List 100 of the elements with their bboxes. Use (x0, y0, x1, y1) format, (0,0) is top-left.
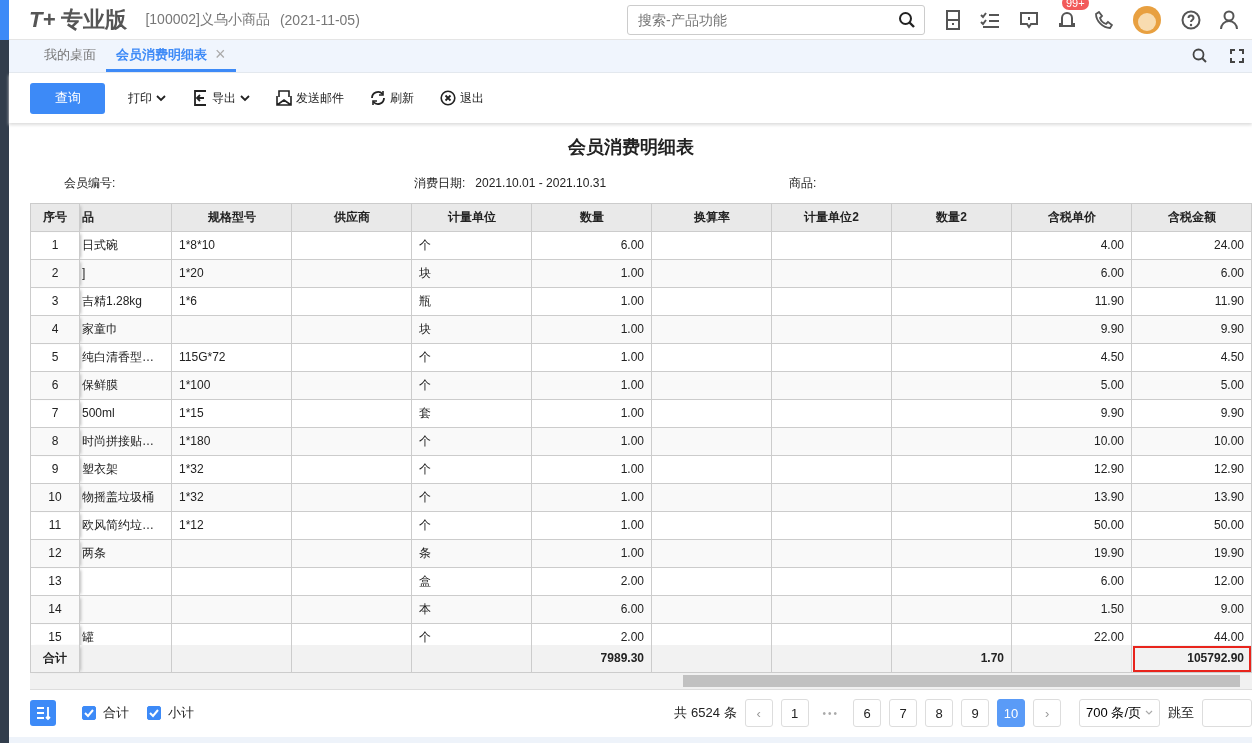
page-button[interactable]: 7 (889, 699, 918, 727)
page-size-dropdown[interactable]: 700 条/页 (1079, 699, 1160, 727)
table-cell: 2 (30, 260, 80, 288)
calculator-icon[interactable] (945, 9, 961, 30)
toolbar-button[interactable]: 导出 (185, 89, 257, 107)
table-cell: 8 (30, 428, 80, 456)
page-button[interactable]: 9 (961, 699, 990, 727)
table-cell: 9.90 (1132, 316, 1252, 344)
table-cell: 13.90 (1012, 484, 1132, 512)
toolbar-button[interactable]: 退出 (433, 89, 491, 107)
page-button[interactable]: 8 (925, 699, 954, 727)
table-cell: 个 (412, 484, 532, 512)
column-header: 计量单位2 (772, 204, 892, 232)
table-cell: 1.00 (532, 260, 652, 288)
table-cell: 1.50 (1012, 596, 1132, 624)
table-cell: 时尚拼接贴… (80, 428, 172, 456)
table-cell: 1.00 (532, 428, 652, 456)
horizontal-scrollbar[interactable] (30, 673, 1252, 690)
bell-icon[interactable] (1058, 9, 1076, 30)
table-cell: 1*180 (172, 428, 292, 456)
page-button[interactable]: 1 (780, 699, 809, 727)
table-cell: 1*100 (172, 372, 292, 400)
phone-icon[interactable] (1095, 10, 1113, 29)
table-cell: 5.00 (1012, 372, 1132, 400)
table-cell: 个 (412, 372, 532, 400)
product-logo: T+ 专业版 (29, 5, 128, 34)
total-cell: 7989.30 (532, 645, 652, 673)
table-cell: 9.90 (1012, 316, 1132, 344)
table-cell: 个 (412, 428, 532, 456)
mail-icon (276, 90, 292, 106)
table-cell: 12 (30, 540, 80, 568)
refresh-icon (370, 90, 386, 106)
table-cell: 13.90 (1132, 484, 1252, 512)
search-icon[interactable] (1192, 48, 1208, 64)
filter-label: 消费日期: 2021.10.01 - 2021.10.31 (414, 174, 608, 192)
user-icon[interactable] (1220, 9, 1238, 30)
table-cell: 6 (30, 372, 80, 400)
toolbar-button[interactable]: 发送邮件 (269, 89, 351, 107)
table-cell: 1*20 (172, 260, 292, 288)
checkbox-label: 小计 (168, 704, 194, 722)
column-header: 数量 (532, 204, 652, 232)
table-cell: 14 (30, 596, 80, 624)
ellipsis: ••• (821, 707, 841, 719)
filter-label: 会员编号: (64, 174, 117, 192)
columns-settings-icon[interactable] (30, 700, 56, 726)
table-cell: 块 (412, 316, 532, 344)
table-cell: 5.00 (1132, 372, 1252, 400)
table-cell: 1.00 (532, 372, 652, 400)
filter-label: 商品: (789, 174, 818, 192)
column-header: 品 (80, 204, 172, 232)
table-cell: 条 (412, 540, 532, 568)
jump-input[interactable] (1202, 699, 1252, 727)
fullscreen-icon[interactable] (1230, 49, 1244, 63)
total-cell: 1.70 (892, 645, 1012, 673)
account-date: (2021-11-05) (279, 11, 360, 28)
table-cell: 9.00 (1132, 596, 1252, 624)
table-cell: 家童巾 (80, 316, 172, 344)
table-cell: 19.90 (1132, 540, 1252, 568)
table-cell: 块 (412, 260, 532, 288)
search-field[interactable]: 搜索-产品功能 (627, 4, 925, 35)
column-header: 计量单位 (412, 204, 532, 232)
search-icon[interactable] (898, 10, 916, 29)
help-icon[interactable] (1181, 9, 1201, 30)
total-cell: 105792.90 (1132, 645, 1252, 673)
export-icon (192, 90, 208, 106)
caret-icon (1145, 710, 1153, 716)
table-cell: 10 (30, 484, 80, 512)
total-cell: 合计 (30, 645, 80, 673)
table-cell: 19.90 (1012, 540, 1132, 568)
table-cell: 6.00 (532, 596, 652, 624)
report-title: 会员消费明细表 (566, 136, 695, 159)
checkbox[interactable] (82, 706, 96, 720)
column-header: 含税单价 (1012, 204, 1132, 232)
page-button[interactable]: 6 (853, 699, 882, 727)
column-header: 数量2 (892, 204, 1012, 232)
company-name: [100002]义乌小商品 (145, 10, 270, 29)
jump-label: 跳至 (1168, 704, 1194, 722)
checkbox-label: 合计 (103, 704, 129, 722)
table-cell: 10.00 (1012, 428, 1132, 456)
checkbox[interactable] (147, 706, 161, 720)
table-cell: 保鲜膜 (80, 372, 172, 400)
table-cell: 物摇盖垃圾桶 (80, 484, 172, 512)
table-cell: 4 (30, 316, 80, 344)
tab[interactable]: 我的桌面 (34, 40, 106, 72)
toolbar-button[interactable]: 刷新 (363, 89, 421, 107)
message-icon[interactable] (1019, 10, 1039, 29)
table-cell: 6.00 (1132, 260, 1252, 288)
checklist-icon[interactable] (980, 10, 1000, 29)
table-cell: 两条 (80, 540, 172, 568)
column-header: 换算率 (652, 204, 772, 232)
table-cell: 1.00 (532, 540, 652, 568)
toolbar-button[interactable]: 打印 (121, 89, 173, 107)
record-count: 共 6524 条 (674, 704, 737, 722)
table-cell: ] (80, 260, 172, 288)
table-cell: 6.00 (1012, 260, 1132, 288)
table-cell: 1.00 (532, 316, 652, 344)
table-cell: 10.00 (1132, 428, 1252, 456)
column-header: 规格型号 (172, 204, 292, 232)
close-circle-icon (440, 90, 456, 106)
table-cell: 本 (412, 596, 532, 624)
